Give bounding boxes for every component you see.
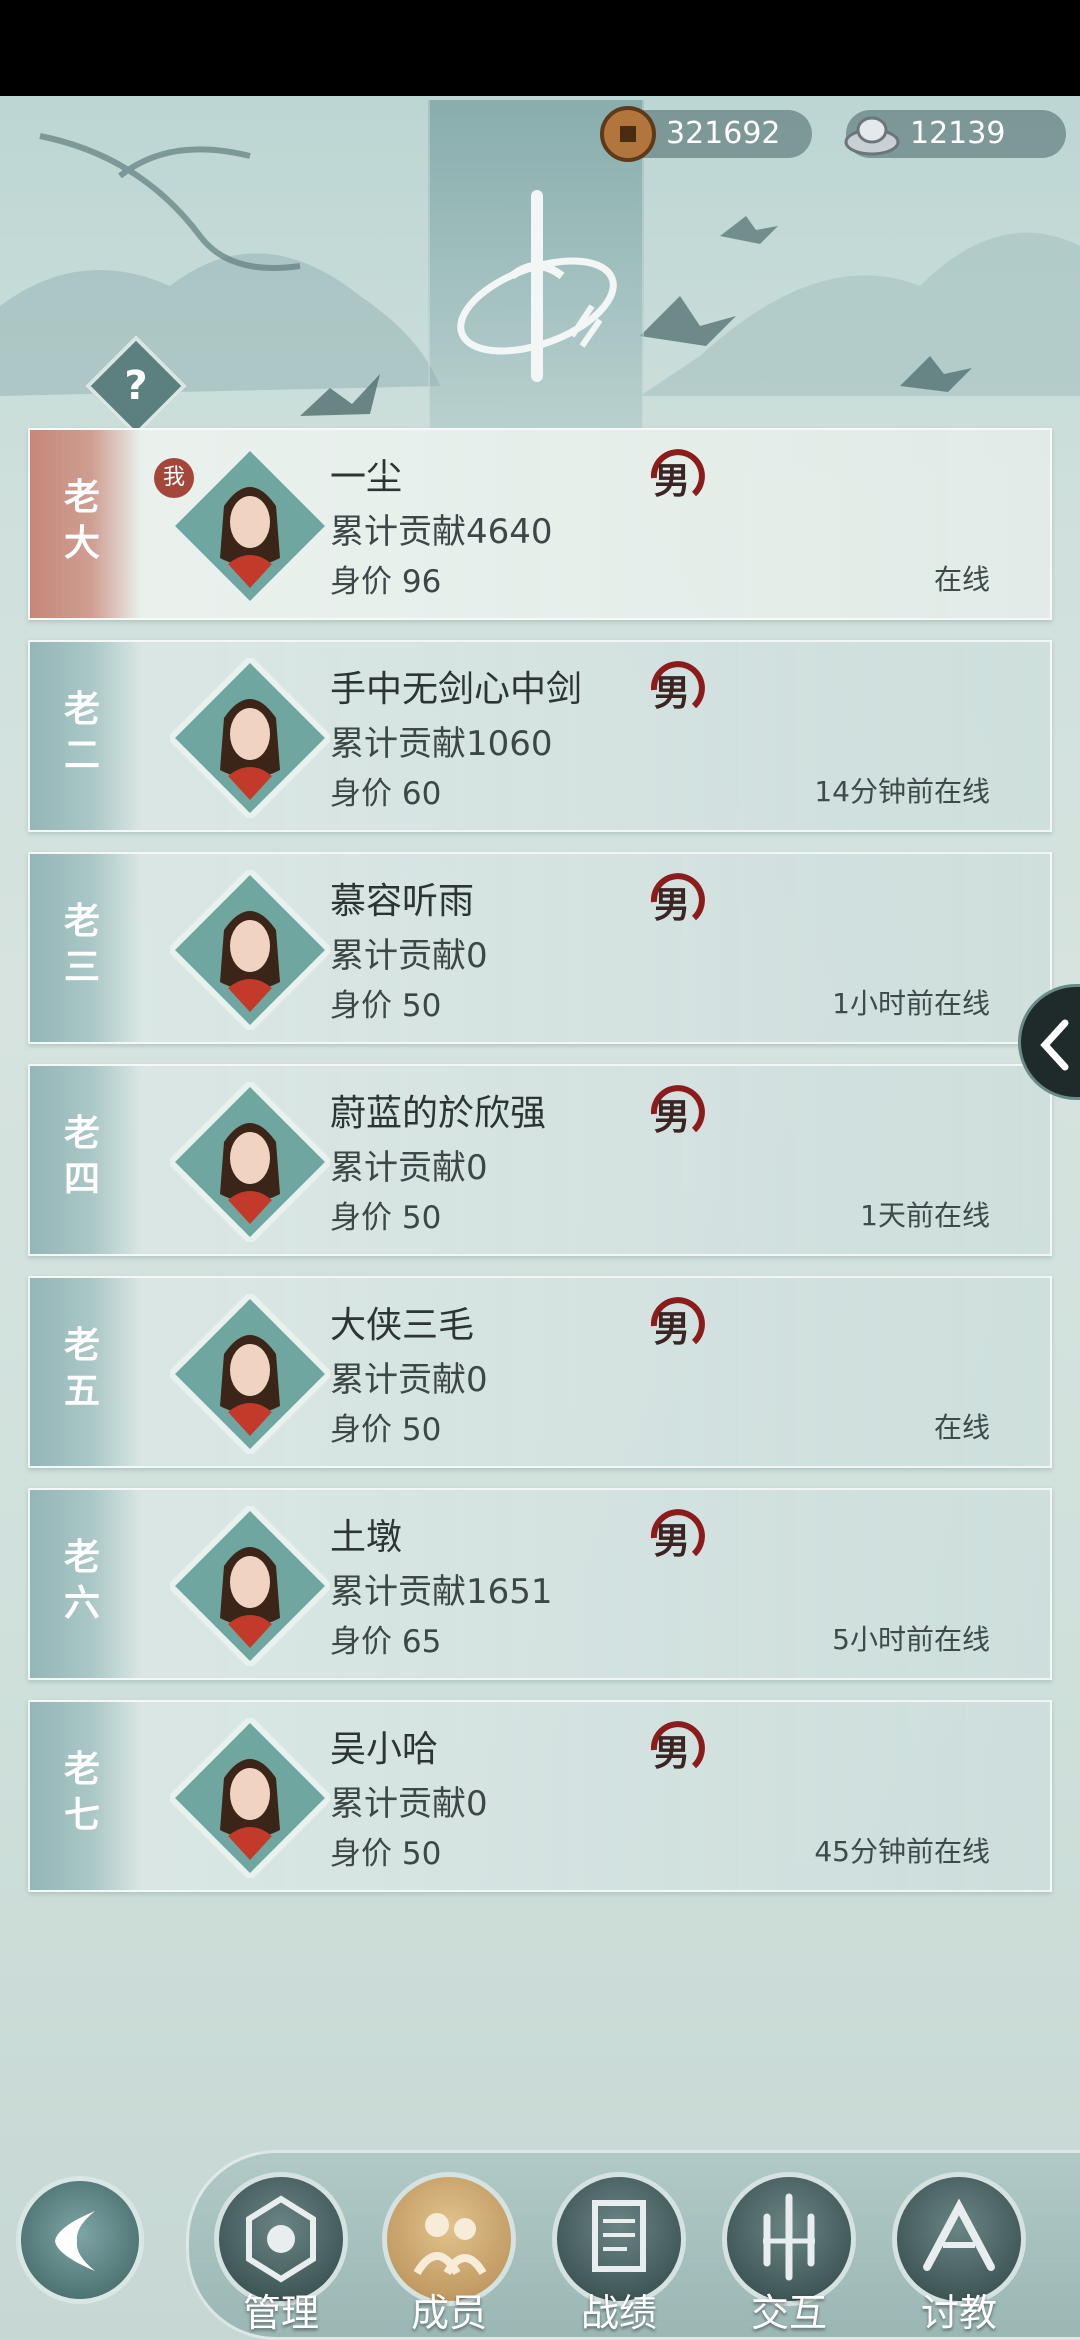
avatar [170, 1718, 330, 1878]
side-panel-toggle[interactable] [1018, 984, 1080, 1100]
copper-coin-icon [600, 106, 656, 162]
member-name: 土墩 [330, 1517, 403, 1558]
member-name: 蔚蓝的於欣强 [330, 1093, 547, 1134]
rank-label: 老四 [63, 1112, 100, 1200]
rank-label: 老七 [63, 1748, 100, 1836]
member-price: 身价 50 [330, 1836, 442, 1872]
silver-amount: 12139 [910, 116, 1006, 151]
back-arrow-icon [55, 2211, 95, 2271]
back-button[interactable] [16, 2176, 144, 2304]
nav-label: 战绩 [580, 2291, 657, 2335]
rank-label: 老大 [63, 476, 100, 564]
member-price: 身价 65 [330, 1624, 442, 1660]
silver-ingot-icon [844, 116, 900, 156]
online-status: 1天前在线 [860, 1199, 990, 1232]
nav-manage[interactable]: 管理 [214, 2172, 348, 2336]
nav-label: 交互 [750, 2291, 827, 2335]
member-name: 一尘 [330, 457, 403, 498]
avatar [170, 658, 330, 818]
member-card[interactable]: 老三 慕容听雨 累计贡献0 身价 50 男 1小时前在线 [28, 852, 1052, 1044]
online-status: 1小时前在线 [832, 987, 990, 1020]
gender-label: 男 [654, 460, 691, 502]
gender-label: 男 [654, 1520, 691, 1562]
nav-members[interactable]: 成员 [382, 2172, 516, 2336]
online-status: 14分钟前在线 [814, 775, 990, 808]
copper-coin-counter: 321692 [600, 106, 812, 162]
member-contribution: 累计贡献0 [330, 1148, 488, 1188]
rank-tab: 老大 [30, 430, 142, 618]
member-name: 手中无剑心中剑 [330, 669, 583, 710]
online-status: 在线 [933, 563, 990, 596]
avatar [170, 1082, 330, 1242]
nav-challenge[interactable]: 讨教 [892, 2172, 1026, 2336]
online-status: 5小时前在线 [832, 1623, 990, 1656]
nav-label: 管理 [242, 2291, 319, 2335]
me-badge: 我 [154, 458, 194, 498]
rank-tab: 老五 [30, 1278, 142, 1466]
rank-label: 老五 [63, 1324, 100, 1412]
member-price: 身价 50 [330, 1412, 442, 1448]
member-card[interactable]: 老二 手中无剑心中剑 累计贡献1060 身价 60 男 14分钟前在线 [28, 640, 1052, 832]
online-status: 在线 [933, 1411, 990, 1444]
member-card[interactable]: 老大 我 一尘 累计贡献4640 身价 96 男 在线 [28, 428, 1052, 620]
avatar [170, 1294, 330, 1454]
rank-tab: 老四 [30, 1066, 142, 1254]
member-name: 慕容听雨 [330, 881, 475, 922]
member-name: 大侠三毛 [330, 1305, 475, 1346]
avatar [170, 870, 330, 1030]
member-contribution: 累计贡献4640 [330, 512, 553, 552]
rank-tab: 老六 [30, 1490, 142, 1678]
member-card[interactable]: 老五 大侠三毛 累计贡献0 身价 50 男 在线 [28, 1276, 1052, 1468]
avatar [170, 1506, 330, 1666]
gender-label: 男 [654, 1732, 691, 1774]
rank-tab: 老二 [30, 642, 142, 830]
question-mark-icon: ? [124, 363, 148, 409]
member-price: 身价 50 [330, 1200, 442, 1236]
member-price: 身价 50 [330, 988, 442, 1024]
member-contribution: 累计贡献0 [330, 1784, 488, 1824]
member-price: 身价 96 [330, 564, 442, 600]
sword-emblem-icon [457, 190, 617, 382]
rank-label: 老二 [63, 688, 100, 776]
online-status: 45分钟前在线 [814, 1835, 990, 1868]
member-contribution: 累计贡献1651 [330, 1572, 553, 1612]
member-card[interactable]: 老六 土墩 累计贡献1651 身价 65 男 5小时前在线 [28, 1488, 1052, 1680]
member-contribution: 累计贡献0 [330, 936, 488, 976]
rank-label: 老三 [63, 900, 100, 988]
avatar [170, 446, 330, 606]
copper-amount: 321692 [666, 116, 781, 151]
member-card[interactable]: 老四 蔚蓝的於欣强 累计贡献0 身价 50 男 1天前在线 [28, 1064, 1052, 1256]
nav-label: 讨教 [920, 2291, 997, 2335]
gender-label: 男 [654, 1308, 691, 1350]
rank-tab: 老七 [30, 1702, 142, 1890]
member-price: 身价 60 [330, 776, 442, 812]
member-contribution: 累计贡献1060 [330, 724, 553, 764]
status-bar [0, 0, 1080, 96]
nav-interact[interactable]: 交互 [722, 2172, 856, 2336]
member-card[interactable]: 老七 吴小哈 累计贡献0 身价 50 男 45分钟前在线 [28, 1700, 1052, 1892]
gender-label: 男 [654, 672, 691, 714]
silver-ingot-counter: 12139 [844, 110, 1066, 158]
gender-label: 男 [654, 1096, 691, 1138]
gender-label: 男 [654, 884, 691, 926]
rank-label: 老六 [63, 1536, 100, 1624]
member-contribution: 累计贡献0 [330, 1360, 488, 1400]
nav-label: 成员 [410, 2291, 487, 2335]
chevron-left-icon [1040, 1019, 1069, 1071]
nav-record[interactable]: 战绩 [552, 2172, 686, 2336]
rank-tab: 老三 [30, 854, 142, 1042]
sworn-brothers-screen: 321692 12139 ? 老大 我 一尘 累计贡献4640 身价 96 男 [0, 96, 1080, 2340]
member-name: 吴小哈 [330, 1729, 439, 1770]
